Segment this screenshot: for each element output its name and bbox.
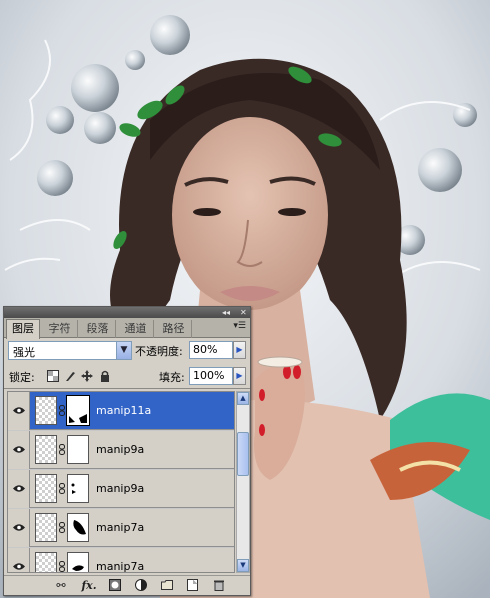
panel-menu-icon[interactable]: ▾☰ — [233, 321, 246, 331]
tab-paragraph[interactable]: 段落 — [80, 320, 116, 338]
fx-icon[interactable]: fx. — [78, 579, 100, 593]
blend-mode-select[interactable]: 强光 ▼ — [8, 341, 132, 360]
layer-mask-thumbnail[interactable] — [67, 435, 89, 464]
panel-tabs: 图层 字符 段落 通道 路径 ▾☰ — [4, 318, 250, 339]
lock-all-icon[interactable] — [99, 370, 111, 382]
lock-image-pixels-icon[interactable] — [64, 370, 76, 382]
layer-row[interactable]: manip9a — [8, 470, 234, 508]
visibility-toggle[interactable] — [8, 548, 30, 572]
eye-icon — [13, 524, 25, 531]
layer-name: manip9a — [96, 482, 145, 495]
opacity-slider-arrow-icon[interactable]: ▶ — [233, 341, 246, 359]
blend-opacity-row: 强光 ▼ 不透明度: 80% ▶ — [4, 338, 250, 364]
fill-slider-arrow-icon[interactable]: ▶ — [233, 367, 246, 385]
visibility-toggle[interactable] — [8, 470, 30, 508]
visibility-toggle[interactable] — [8, 509, 30, 547]
chevron-down-icon[interactable]: ▼ — [116, 342, 131, 359]
lock-transparent-pixels-icon[interactable] — [47, 370, 59, 382]
mask-link-icon[interactable] — [59, 522, 65, 533]
new-group-icon[interactable] — [160, 579, 174, 593]
layer-row[interactable]: manip7a — [8, 548, 234, 573]
scroll-thumb[interactable] — [237, 432, 249, 476]
opacity-field[interactable]: 80% — [189, 341, 233, 359]
trash-icon[interactable] — [212, 579, 226, 593]
layer-row[interactable]: manip11a — [8, 392, 234, 430]
lock-fill-row: 锁定: 填充: 100% ▶ — [4, 365, 250, 389]
fill-label: 填充: — [159, 371, 185, 384]
blend-mode-value: 强光 — [13, 346, 35, 359]
layer-name: manip7a — [96, 560, 145, 573]
add-mask-icon[interactable] — [108, 579, 122, 593]
layer-mask-thumbnail[interactable] — [67, 474, 89, 503]
layer-name: manip7a — [96, 521, 145, 534]
collapse-panel-button[interactable]: ◂◂ — [222, 307, 230, 318]
layer-thumbnail[interactable] — [35, 513, 57, 542]
layer-name: manip9a — [96, 443, 145, 456]
eye-icon — [13, 485, 25, 492]
layer-thumbnail[interactable] — [35, 474, 57, 503]
panel-titlebar[interactable]: ◂◂ ✕ — [4, 307, 250, 318]
tab-layers[interactable]: 图层 — [6, 319, 40, 339]
tab-channels[interactable]: 通道 — [118, 320, 154, 338]
mask-link-icon[interactable] — [59, 444, 65, 455]
adjustment-layer-icon[interactable] — [134, 579, 148, 593]
layer-mask-thumbnail[interactable] — [67, 552, 89, 572]
eye-icon — [13, 407, 25, 414]
layers-bottom-toolbar: ⚯ fx. — [4, 575, 250, 595]
link-icon[interactable]: ⚯ — [54, 579, 68, 593]
layer-thumbnail[interactable] — [35, 396, 57, 425]
mask-link-icon[interactable] — [59, 561, 65, 572]
scroll-up-icon[interactable]: ▲ — [237, 392, 249, 405]
mask-link-icon[interactable] — [59, 483, 65, 494]
visibility-toggle[interactable] — [8, 431, 30, 469]
layer-name: manip11a — [96, 404, 152, 417]
eye-icon — [13, 563, 25, 570]
scroll-down-icon[interactable]: ▼ — [237, 559, 249, 572]
layers-panel: ◂◂ ✕ 图层 字符 段落 通道 路径 ▾☰ 强光 ▼ 不透明度: 80% ▶ … — [3, 306, 251, 596]
tab-character[interactable]: 字符 — [42, 320, 78, 338]
eye-icon — [13, 446, 25, 453]
fill-field[interactable]: 100% — [189, 367, 233, 385]
lock-position-icon[interactable] — [81, 370, 93, 382]
layer-thumbnail[interactable] — [35, 552, 57, 572]
layer-list-scrollbar[interactable]: ▲ ▼ — [236, 391, 250, 573]
layer-row[interactable]: manip9a — [8, 431, 234, 469]
mask-link-icon[interactable] — [59, 405, 65, 416]
layer-list: manip11a manip9a manip9a manip7a manip7a — [7, 391, 235, 573]
tab-paths[interactable]: 路径 — [156, 320, 192, 338]
new-layer-icon[interactable] — [186, 579, 200, 593]
layer-row[interactable]: manip7a — [8, 509, 234, 547]
layer-mask-thumbnail[interactable] — [66, 395, 90, 426]
lock-label: 锁定: — [9, 371, 35, 384]
opacity-label: 不透明度: — [135, 345, 183, 358]
close-panel-button[interactable]: ✕ — [240, 307, 247, 318]
visibility-toggle[interactable] — [8, 392, 30, 430]
layer-mask-thumbnail[interactable] — [67, 513, 89, 542]
layer-thumbnail[interactable] — [35, 435, 57, 464]
